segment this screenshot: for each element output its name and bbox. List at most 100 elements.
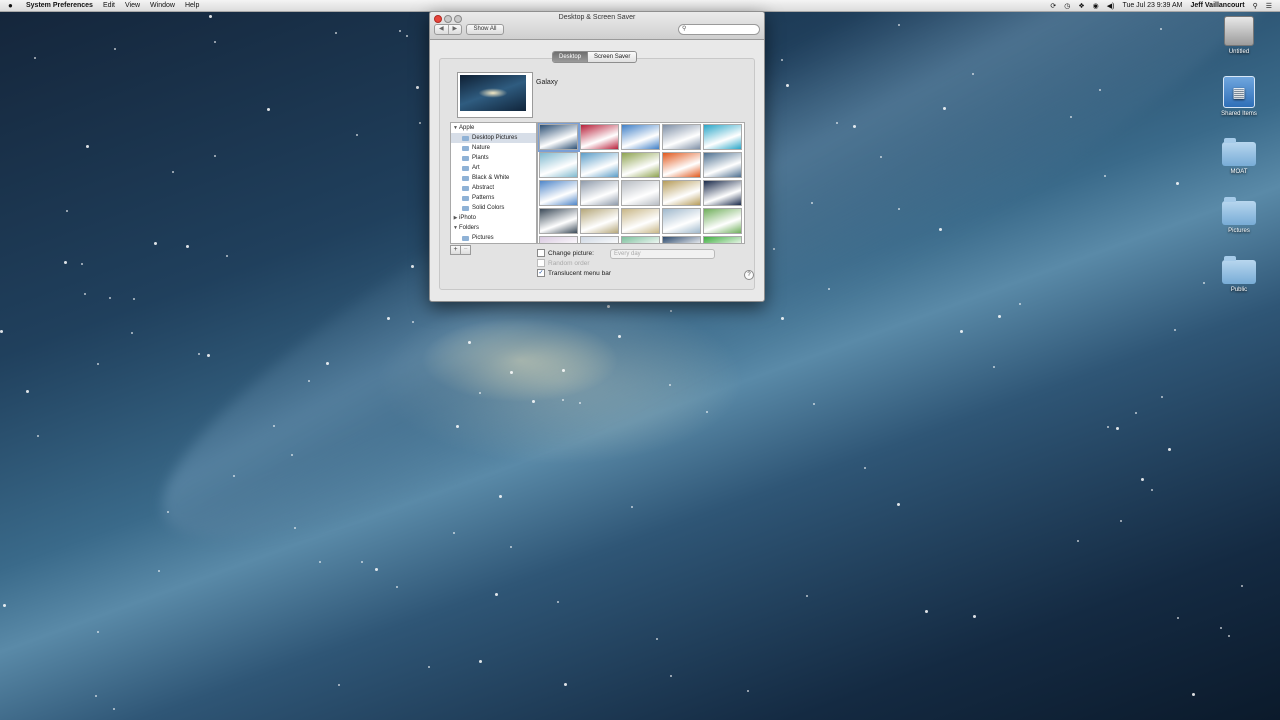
desktop-icon-untitled[interactable]: Untitled <box>1209 16 1269 55</box>
back-icon[interactable]: ◀ <box>435 25 448 34</box>
apple-menu-icon[interactable]: ● <box>8 1 18 10</box>
forward-icon[interactable]: ▶ <box>447 25 462 34</box>
star <box>291 454 293 456</box>
star <box>273 425 275 427</box>
sync-icon[interactable]: ⟳ <box>1050 2 1056 10</box>
notification-center-icon[interactable]: ☰ <box>1266 2 1272 10</box>
source-item[interactable]: Art <box>451 163 536 173</box>
wifi-icon[interactable]: ◉ <box>1093 2 1099 10</box>
star <box>1174 329 1176 331</box>
desktop-icon-shared-items[interactable]: ▦ Shared Items <box>1209 76 1269 117</box>
menu-help[interactable]: Help <box>185 2 199 9</box>
add-folder-button[interactable]: + <box>450 245 461 255</box>
translucent-menu-bar-label: Translucent menu bar <box>548 269 611 277</box>
help-button[interactable]: ? <box>744 270 754 280</box>
back-forward-buttons: ◀ ▶ <box>434 24 462 35</box>
wallpaper-thumbnail[interactable] <box>662 236 701 243</box>
source-item-label: Desktop Pictures <box>472 135 518 141</box>
wallpaper-thumbnail[interactable] <box>538 123 580 152</box>
star <box>154 242 157 245</box>
disclosure-triangle-icon[interactable]: ▼ <box>452 123 459 133</box>
wallpaper-thumbnail[interactable] <box>580 124 619 150</box>
wallpaper-thumbnail[interactable] <box>662 152 701 178</box>
change-picture-checkbox[interactable] <box>537 249 545 257</box>
wallpaper-thumbnail[interactable] <box>621 236 660 243</box>
disclosure-triangle-icon[interactable]: ▶ <box>452 213 459 223</box>
wallpaper-thumbnail[interactable] <box>621 124 660 150</box>
star <box>406 35 408 37</box>
show-all-button[interactable]: Show All <box>466 24 504 35</box>
folder-icon <box>462 175 469 181</box>
star <box>747 690 749 692</box>
source-item-label: Apple <box>459 125 475 131</box>
menu-app-name[interactable]: System Preferences <box>26 2 93 9</box>
user-name[interactable]: Jeff Vaillancourt <box>1191 2 1245 9</box>
wallpaper-thumbnail[interactable] <box>703 152 742 178</box>
wallpaper-thumbnail[interactable] <box>621 152 660 178</box>
menu-view[interactable]: View <box>125 2 140 9</box>
wallpaper-thumbnail[interactable] <box>662 180 701 206</box>
desktop-icon-pictures[interactable]: Pictures <box>1209 197 1269 234</box>
wallpaper-thumbnail[interactable] <box>703 208 742 234</box>
star <box>158 570 160 572</box>
spotlight-icon[interactable]: ⚲ <box>1253 2 1258 10</box>
source-item[interactable]: Solid Colors <box>451 203 536 213</box>
wallpaper-thumbnail[interactable] <box>662 124 701 150</box>
star <box>267 108 270 111</box>
star <box>399 30 401 32</box>
desktop-icon-public[interactable]: Public <box>1209 256 1269 293</box>
star <box>453 532 455 534</box>
source-item[interactable]: ▼ Apple <box>451 123 536 133</box>
wallpaper-thumbnail[interactable] <box>580 208 619 234</box>
star <box>786 84 789 87</box>
disclosure-triangle-icon[interactable]: ▼ <box>452 223 459 233</box>
source-item[interactable]: Plants <box>451 153 536 163</box>
wallpaper-thumbnail[interactable] <box>539 236 578 243</box>
wallpaper-thumbnail[interactable] <box>621 208 660 234</box>
menu-edit[interactable]: Edit <box>103 2 115 9</box>
wallpaper-thumbnail[interactable] <box>580 236 619 243</box>
change-picture-option[interactable]: Change picture: <box>537 249 594 257</box>
source-item[interactable]: Abstract <box>451 183 536 193</box>
time-machine-icon[interactable]: ◷ <box>1064 2 1070 10</box>
wallpaper-thumbnail[interactable] <box>703 180 742 206</box>
bluetooth-icon[interactable]: ❖ <box>1078 2 1084 10</box>
source-item[interactable]: ▼ Folders <box>451 223 536 233</box>
title-bar[interactable]: Desktop & Screen Saver ◀ ▶ Show All ⚲ <box>430 12 764 40</box>
wallpaper-thumbnail[interactable] <box>580 180 619 206</box>
star <box>1151 489 1153 491</box>
change-interval-select[interactable]: Every day <box>610 249 715 259</box>
folder-icon <box>462 195 469 201</box>
tab-desktop[interactable]: Desktop <box>553 52 588 62</box>
clock[interactable]: Tue Jul 23 9:39 AM <box>1122 2 1182 9</box>
source-item[interactable]: Patterns <box>451 193 536 203</box>
menu-window[interactable]: Window <box>150 2 175 9</box>
tab-screen-saver[interactable]: Screen Saver <box>587 52 637 62</box>
star <box>773 248 775 250</box>
wallpaper-thumbnail[interactable] <box>703 124 742 150</box>
wallpaper-thumbnail[interactable] <box>539 208 578 234</box>
star <box>186 245 189 248</box>
folder-icon <box>462 205 469 211</box>
wallpaper-thumbnail[interactable] <box>703 236 742 243</box>
translucent-menu-bar-option[interactable]: ✓ Translucent menu bar <box>537 269 611 277</box>
source-item[interactable]: Black & White <box>451 173 536 183</box>
source-item[interactable]: Desktop Pictures <box>451 133 536 143</box>
source-item[interactable]: Nature <box>451 143 536 153</box>
wallpaper-thumbnail[interactable] <box>539 152 578 178</box>
desktop-icon-moat[interactable]: MOAT <box>1209 138 1269 175</box>
wallpaper-thumbnail[interactable] <box>621 180 660 206</box>
remove-folder-button[interactable]: − <box>461 245 471 255</box>
wallpaper-thumbnail[interactable] <box>580 152 619 178</box>
wallpaper-thumbnail[interactable] <box>662 208 701 234</box>
source-item[interactable]: Pictures <box>451 233 536 243</box>
wallpaper-thumbnail[interactable] <box>539 180 578 206</box>
star <box>1135 412 1137 414</box>
search-field[interactable]: ⚲ <box>678 24 760 35</box>
translucent-menu-bar-checkbox[interactable]: ✓ <box>537 269 545 277</box>
folder-icon <box>462 185 469 191</box>
star <box>836 122 838 124</box>
volume-icon[interactable]: ◀) <box>1107 2 1115 10</box>
source-item[interactable]: ▶ iPhoto <box>451 213 536 223</box>
star <box>806 595 808 597</box>
